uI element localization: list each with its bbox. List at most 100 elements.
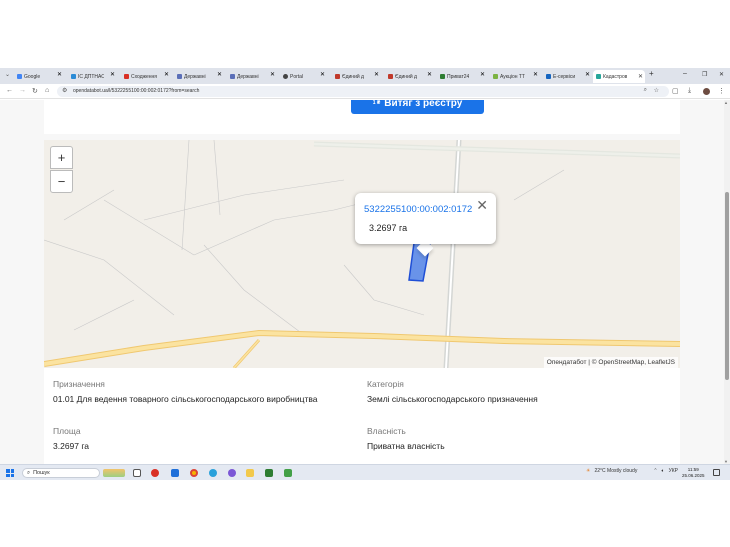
tab-close-icon[interactable]: ✕ <box>270 71 275 78</box>
site-info-icon[interactable]: ⚙ <box>62 87 67 94</box>
tab-close-icon[interactable]: ✕ <box>585 71 590 78</box>
parcel-popup: 5322255100:00:002:0172 3.2697 га ✕ <box>355 193 496 244</box>
tab-label: IC ДПТНАС <box>78 73 104 80</box>
browser-tab[interactable]: IC ДПТНАС <box>68 70 107 83</box>
app-icon[interactable] <box>171 469 179 477</box>
minimize-icon[interactable]: – <box>683 70 687 77</box>
extract-button[interactable]: 1 ₴ Витяг з реєстру <box>351 100 484 114</box>
tab-label: Державні <box>237 73 259 80</box>
site-icon <box>177 74 182 79</box>
widget-image-icon[interactable] <box>103 469 125 477</box>
browser-tab[interactable]: Державні <box>174 70 209 83</box>
browser-tab[interactable]: Portal <box>280 70 306 83</box>
tab-label: Державні <box>184 73 206 80</box>
tab-close-icon[interactable]: ✕ <box>427 71 432 78</box>
language-indicator[interactable]: УКР <box>669 468 678 474</box>
tab-close-icon[interactable]: ✕ <box>320 71 325 78</box>
tab-close-icon[interactable]: ✕ <box>164 71 169 78</box>
globe-icon <box>283 74 288 79</box>
extensions-icon[interactable]: ▢ <box>672 87 679 95</box>
back-icon[interactable]: ← <box>6 87 13 94</box>
taskbar-search-label: Пошук <box>33 470 50 476</box>
site-icon <box>546 74 551 79</box>
browser-tab[interactable]: Google <box>14 70 43 83</box>
excel-icon[interactable] <box>265 469 273 477</box>
taskbar-search[interactable]: ⌕ Пошук <box>22 468 100 478</box>
top-card: 1 ₴ Витяг з реєстру <box>44 100 680 134</box>
home-icon[interactable]: ⌂ <box>45 87 49 94</box>
page-scrollbar[interactable]: ▲ ▼ <box>724 100 730 464</box>
telegram-icon[interactable] <box>209 469 217 477</box>
tab-close-icon[interactable]: ✕ <box>217 71 222 78</box>
windows-start-icon[interactable] <box>6 469 14 477</box>
tab-close-icon[interactable]: ✕ <box>57 71 62 78</box>
forward-icon[interactable]: → <box>19 87 26 94</box>
url-field[interactable]: ⚙ opendatabot.ua/l/5322255100:00:002:017… <box>57 86 669 97</box>
tab-label: Аукціон ТТ <box>500 73 525 80</box>
taskbar: ⌕ Пошук ☀ 22°C Mostly cloudy ⌃ 🔈︎ УКР 11… <box>0 464 730 480</box>
tab-close-icon[interactable]: ✕ <box>110 71 115 78</box>
restore-icon[interactable]: ❐ <box>702 71 707 78</box>
site-icon <box>335 74 340 79</box>
task-view-icon[interactable] <box>133 469 141 477</box>
reload-icon[interactable]: ↻ <box>32 87 38 95</box>
scroll-thumb[interactable] <box>725 192 729 380</box>
bookmark-star-icon[interactable]: ☆ <box>654 87 659 94</box>
tray-arrow-icon[interactable]: ⌃ <box>653 468 657 474</box>
download-icon[interactable]: ⤓ <box>688 87 691 95</box>
purpose-value: 01.01 Для ведення товарного сільськогосп… <box>53 394 318 404</box>
app-icon[interactable] <box>284 469 292 477</box>
weather-icon: ☀ <box>586 468 591 474</box>
scroll-up-icon[interactable]: ▲ <box>724 100 728 105</box>
category-label: Категорія <box>367 379 404 389</box>
purpose-label: Призначення <box>53 379 105 389</box>
zoom-in-button[interactable]: + <box>50 146 73 169</box>
tab-label: Google <box>24 73 41 80</box>
google-icon <box>17 74 22 79</box>
price-label: 1 ₴ <box>372 100 381 106</box>
tab-close-icon[interactable]: ✕ <box>638 73 643 80</box>
tab-close-icon[interactable]: ✕ <box>374 71 379 78</box>
chrome-icon[interactable] <box>190 469 198 477</box>
weather-text[interactable]: 22°C Mostly cloudy <box>594 468 637 474</box>
browser-tab-active[interactable]: Кадастров ✕ <box>593 70 645 83</box>
browser-tab[interactable]: Аукціон ТТ <box>490 70 528 83</box>
new-tab-button[interactable]: + <box>649 69 654 78</box>
browser-tab[interactable]: Е-сервіси <box>543 70 578 83</box>
cadastral-number-link[interactable]: 5322255100:00:002:0172 <box>364 204 472 215</box>
notification-icon[interactable] <box>713 469 720 476</box>
avatar[interactable] <box>703 88 710 95</box>
address-bar-row: ← → ↻ ⌂ ⚙ opendatabot.ua/l/5322255100:00… <box>0 84 730 99</box>
clock-date: 25.06.2025 <box>682 473 705 478</box>
close-window-icon[interactable]: ✕ <box>719 71 724 78</box>
zoom-out-button[interactable]: − <box>50 170 73 193</box>
category-value: Землі сільськогосподарського призначення <box>367 394 538 404</box>
close-icon[interactable]: ✕ <box>476 197 488 214</box>
browser-tab[interactable]: Єдиний д <box>332 70 367 83</box>
tab-close-icon[interactable]: ✕ <box>533 71 538 78</box>
opera-icon[interactable] <box>151 469 159 477</box>
browser-tab[interactable]: Єдиний д <box>385 70 420 83</box>
map-tiles <box>44 140 680 368</box>
site-icon <box>71 74 76 79</box>
area-value: 3.2697 га <box>53 441 90 451</box>
tab-label: Єдиний д <box>342 73 364 80</box>
map[interactable]: + − 5322255100:00:002:0172 3.2697 га ✕ О… <box>44 140 680 368</box>
menu-kebab-icon[interactable]: ⋮ <box>718 87 725 95</box>
viber-icon[interactable] <box>228 469 236 477</box>
auction-icon <box>493 74 498 79</box>
gmail-icon <box>124 74 129 79</box>
tab-label: Єдиний д <box>395 73 417 80</box>
bank-icon <box>440 74 445 79</box>
browser-tab[interactable]: Державні <box>227 70 262 83</box>
tab-search-icon[interactable]: ⌄ <box>5 71 10 78</box>
file-explorer-icon[interactable] <box>246 469 254 477</box>
browser-tab[interactable]: Приват24 <box>437 70 472 83</box>
volume-icon[interactable]: 🔈︎ <box>662 468 665 474</box>
site-icon <box>388 74 393 79</box>
clock[interactable]: 11:59 25.06.2025 <box>682 467 705 479</box>
tab-label: Кадастров <box>603 73 628 80</box>
tab-close-icon[interactable]: ✕ <box>480 71 485 78</box>
browser-tab[interactable]: Сходження <box>121 70 160 83</box>
zoom-search-icon[interactable]: ⌕ <box>644 87 647 94</box>
